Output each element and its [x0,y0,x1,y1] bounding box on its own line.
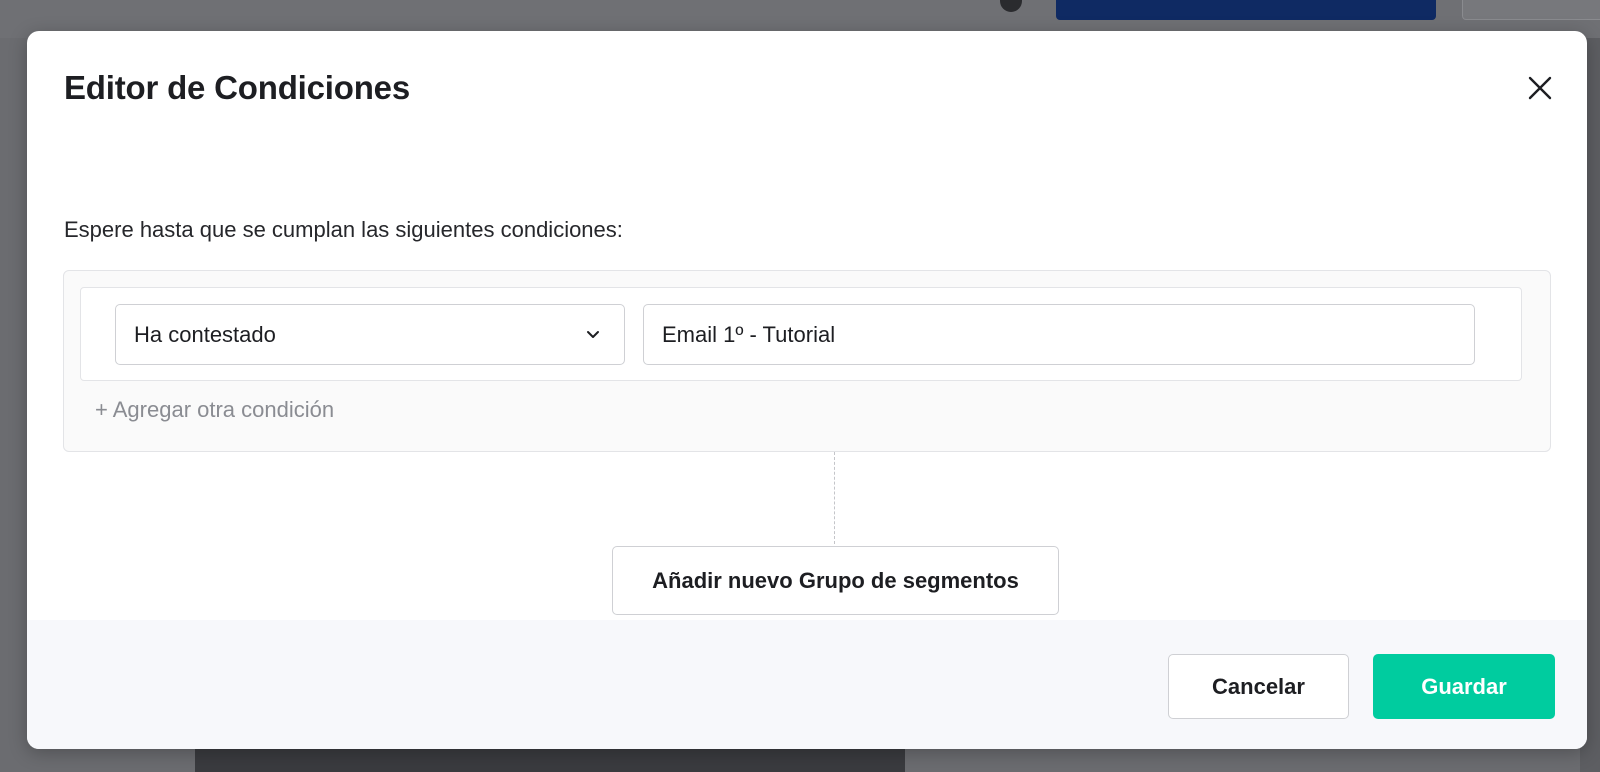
segment-group: Ha contestado Email 1º - Tutorial + Agre… [63,270,1551,452]
modal-footer: Cancelar Guardar [27,620,1587,749]
conditions-editor-modal: Editor de Condiciones Espere hasta que s… [27,31,1587,749]
cancel-button[interactable]: Cancelar [1168,654,1349,719]
modal-title: Editor de Condiciones [64,69,410,106]
background-panel [195,745,905,772]
add-condition-link[interactable]: + Agregar otra condición [95,397,334,423]
background-secondary-button [1462,0,1600,20]
close-button[interactable] [1523,71,1557,105]
group-connector-line [834,452,835,544]
condition-row: Ha contestado Email 1º - Tutorial [80,287,1522,381]
condition-value-field[interactable]: Email 1º - Tutorial [643,304,1475,365]
save-button[interactable]: Guardar [1373,654,1555,719]
background-primary-button [1056,0,1436,20]
close-icon [1528,76,1552,100]
condition-operator-value: Ha contestado [134,321,276,347]
condition-operator-select[interactable]: Ha contestado [115,304,625,365]
instruction-text: Espere hasta que se cumplan las siguient… [64,217,623,242]
chevron-down-icon [586,330,600,340]
add-segment-group-button[interactable]: Añadir nuevo Grupo de segmentos [612,546,1059,615]
